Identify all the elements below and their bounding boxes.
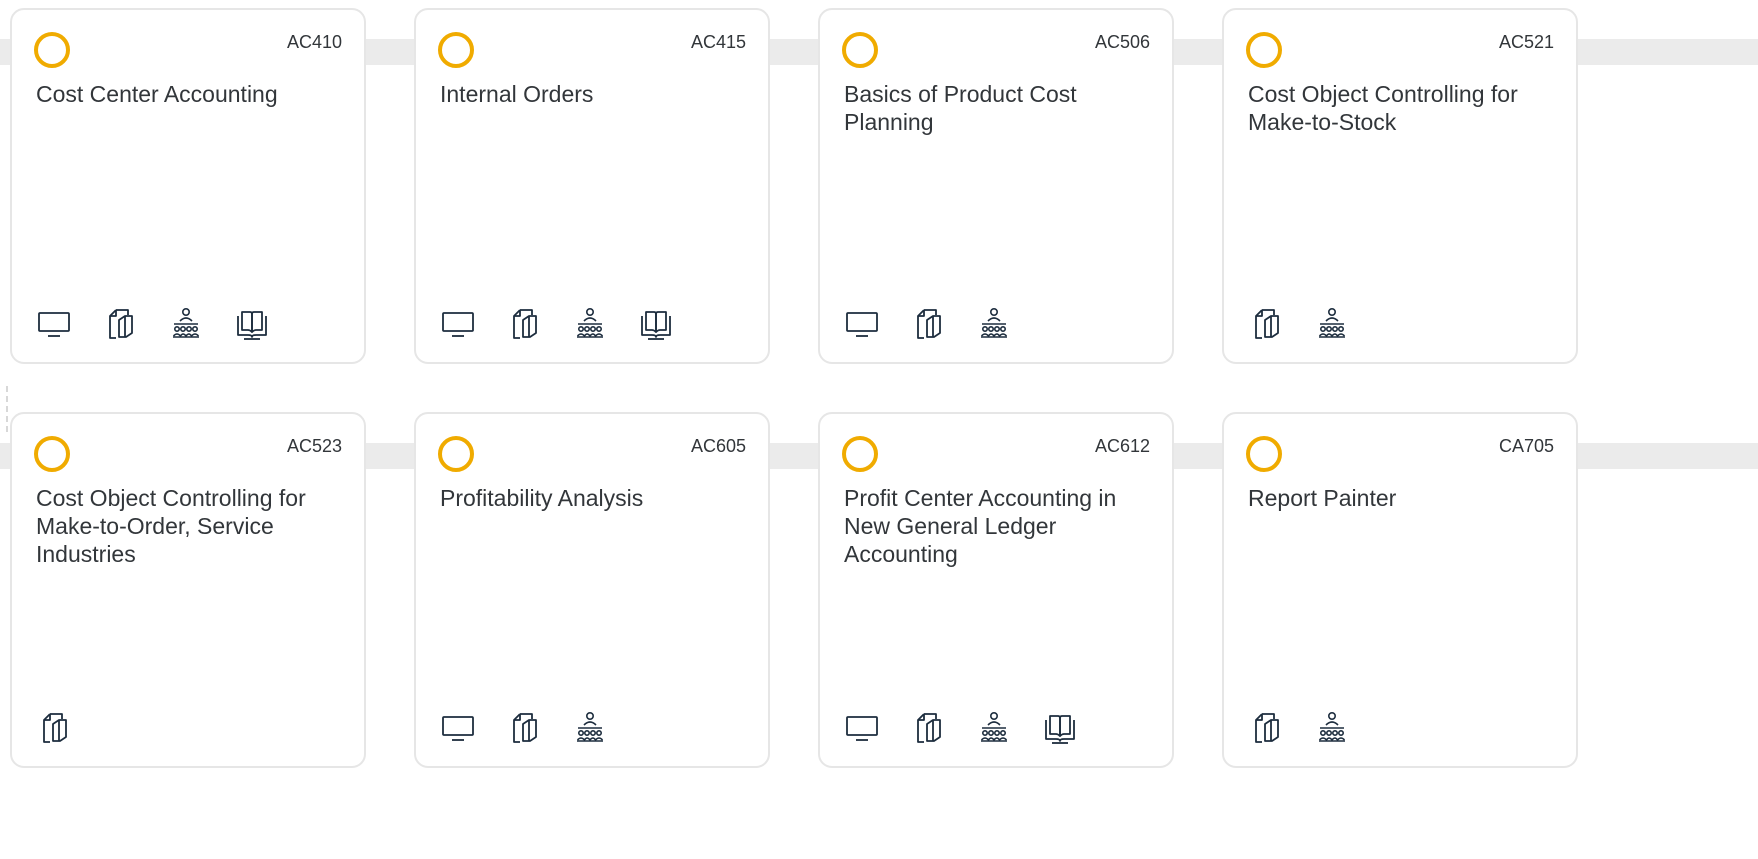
monitor-icon — [438, 304, 478, 344]
course-card-ac506[interactable]: AC506 Basics of Product Cost Planning — [818, 8, 1174, 364]
open-book-icon — [1040, 708, 1080, 748]
course-title: Internal Orders — [440, 81, 594, 107]
classroom-icon — [166, 304, 206, 344]
course-code: AC523 — [286, 436, 342, 456]
document-copy-icon — [504, 708, 544, 748]
course-code: AC506 — [1094, 32, 1150, 52]
classroom-icon — [1312, 708, 1352, 748]
course-code: CA705 — [1498, 436, 1554, 456]
classroom-icon — [1312, 304, 1352, 344]
document-copy-icon — [908, 304, 948, 344]
progress-ring-icon — [842, 32, 878, 68]
delivery-format-icons — [842, 304, 1040, 344]
monitor-icon — [842, 708, 882, 748]
progress-ring-icon — [1246, 32, 1282, 68]
progress-ring-icon — [34, 32, 70, 68]
document-copy-icon — [1246, 304, 1286, 344]
monitor-icon — [34, 304, 74, 344]
progress-ring-icon — [1246, 436, 1282, 472]
monitor-icon — [438, 708, 478, 748]
document-copy-icon — [504, 304, 544, 344]
progress-ring-icon — [438, 436, 474, 472]
open-book-icon — [232, 304, 272, 344]
delivery-format-icons — [438, 304, 702, 344]
course-title: Basics of Product Cost Planning — [844, 81, 1077, 135]
progress-ring-icon — [842, 436, 878, 472]
classroom-icon — [974, 304, 1014, 344]
document-copy-icon — [908, 708, 948, 748]
course-code: AC612 — [1094, 436, 1150, 456]
document-copy-icon — [100, 304, 140, 344]
progress-ring-icon — [438, 32, 474, 68]
course-title: Profit Center Accounting in New General … — [844, 485, 1117, 567]
course-code: AC410 — [286, 32, 342, 52]
course-card-ac521[interactable]: AC521 Cost Object Controlling for Make-t… — [1222, 8, 1578, 364]
course-row-2: AC523 Cost Object Controlling for Make-t… — [0, 412, 1758, 772]
delivery-format-icons — [438, 708, 636, 748]
course-title: Profitability Analysis — [440, 485, 644, 511]
classroom-icon — [570, 304, 610, 344]
course-title: Cost Object Controlling for Make-to-Stoc… — [1248, 81, 1518, 135]
progress-ring-icon — [34, 436, 70, 472]
course-code: AC415 — [690, 32, 746, 52]
course-card-ac612[interactable]: AC612 Profit Center Accounting in New Ge… — [818, 412, 1174, 768]
delivery-format-icons — [1246, 304, 1378, 344]
course-code: AC605 — [690, 436, 746, 456]
document-copy-icon — [34, 708, 74, 748]
open-book-icon — [636, 304, 676, 344]
course-title: Cost Object Controlling for Make-to-Orde… — [36, 485, 306, 567]
course-row-1: AC410 Cost Center Accounting AC415 Inter… — [0, 8, 1758, 368]
course-title: Cost Center Accounting — [36, 81, 278, 107]
course-card-ac523[interactable]: AC523 Cost Object Controlling for Make-t… — [10, 412, 366, 768]
delivery-format-icons — [34, 708, 100, 748]
course-code: AC521 — [1498, 32, 1554, 52]
course-card-ac410[interactable]: AC410 Cost Center Accounting — [10, 8, 366, 364]
course-title: Report Painter — [1248, 485, 1397, 511]
course-card-ca705[interactable]: CA705 Report Painter — [1222, 412, 1578, 768]
delivery-format-icons — [1246, 708, 1378, 748]
document-copy-icon — [1246, 708, 1286, 748]
course-card-ac415[interactable]: AC415 Internal Orders — [414, 8, 770, 364]
classroom-icon — [570, 708, 610, 748]
delivery-format-icons — [34, 304, 298, 344]
monitor-icon — [842, 304, 882, 344]
delivery-format-icons — [842, 708, 1106, 748]
classroom-icon — [974, 708, 1014, 748]
course-card-ac605[interactable]: AC605 Profitability Analysis — [414, 412, 770, 768]
